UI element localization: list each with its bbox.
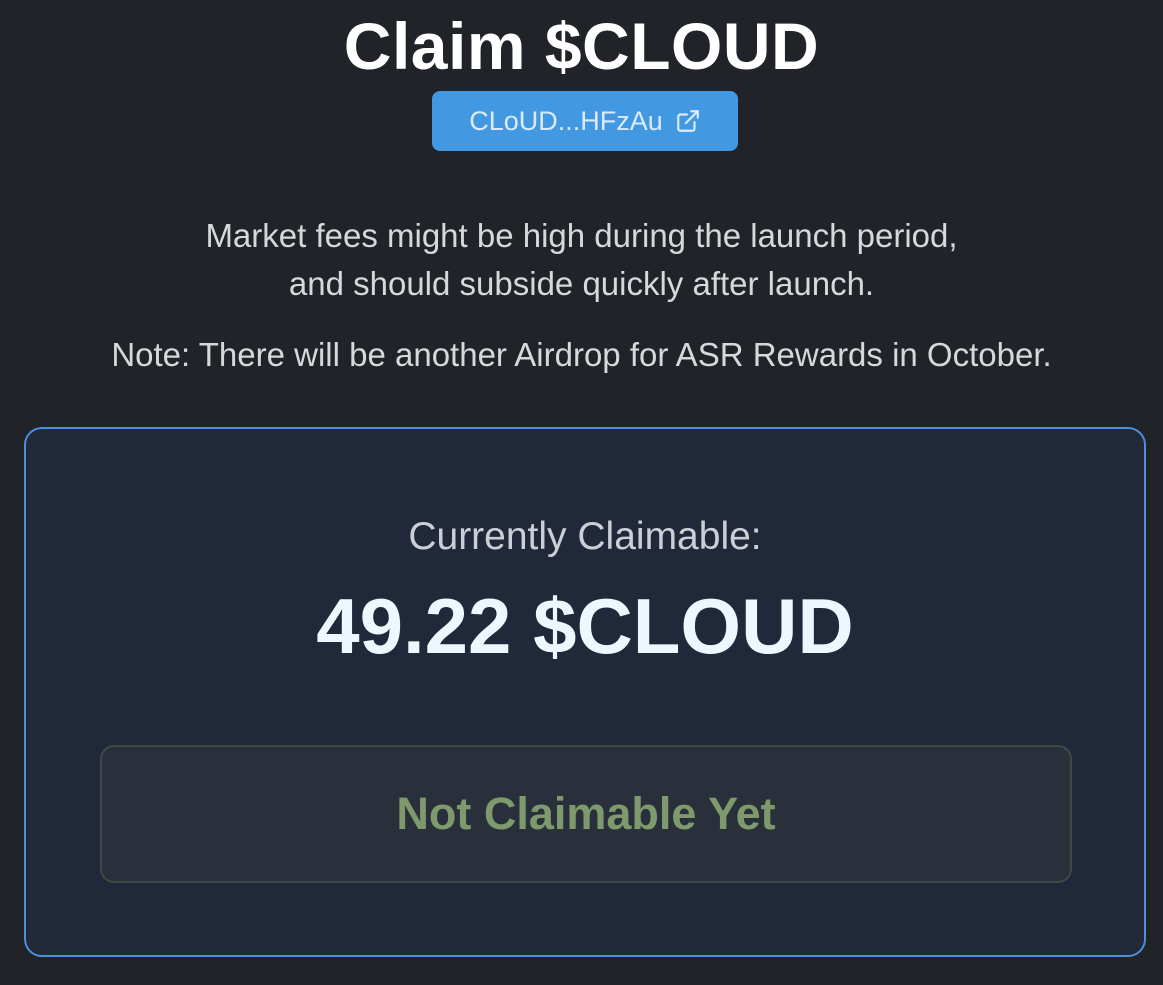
airdrop-note: Note: There will be another Airdrop for … bbox=[111, 336, 1052, 373]
launch-fee-notice: Market fees might be high during the lau… bbox=[0, 212, 1163, 308]
claimable-label: Currently Claimable: bbox=[408, 515, 762, 558]
launch-fee-notice-line-1: Market fees might be high during the lau… bbox=[205, 217, 958, 254]
launch-fee-notice-line-2: and should subside quickly after launch. bbox=[288, 265, 875, 302]
claim-button[interactable]: Not Claimable Yet bbox=[100, 745, 1072, 883]
token-address-link[interactable]: CLoUD...HFzAu bbox=[432, 91, 738, 151]
claim-card: Currently Claimable: 49.22 $CLOUD Not Cl… bbox=[24, 427, 1146, 957]
page-title: Claim $CLOUD bbox=[343, 9, 820, 83]
claimable-amount: 49.22 $CLOUD bbox=[316, 582, 854, 670]
external-link-icon bbox=[675, 108, 701, 134]
token-address-label: CLoUD...HFzAu bbox=[469, 105, 663, 136]
